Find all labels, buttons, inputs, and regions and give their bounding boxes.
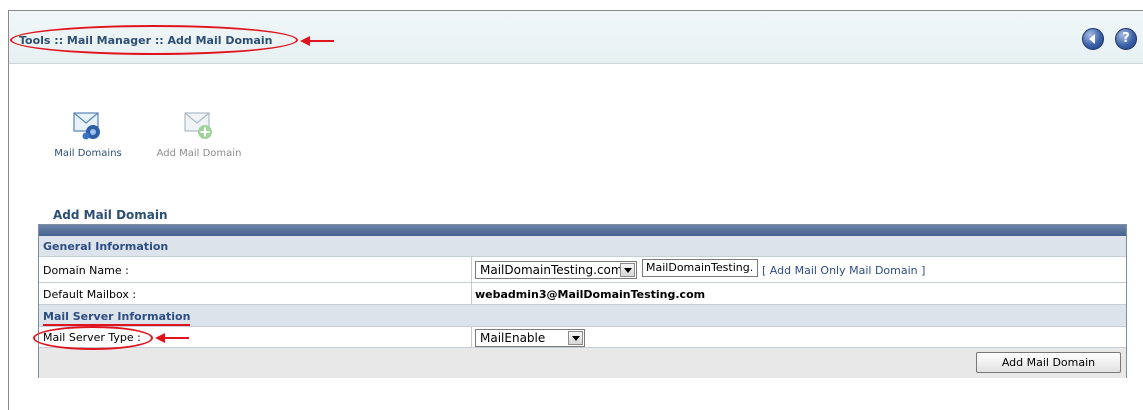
domain-name-select[interactable]: MailDomainTesting.com (475, 261, 637, 279)
default-mailbox-value: webadmin3@MailDomainTesting.com (475, 288, 706, 301)
add-mail-domain-icon (184, 112, 212, 139)
add-mail-domain-tool-button[interactable]: Add Mail Domain (147, 110, 251, 159)
chevron-down-icon[interactable] (568, 331, 583, 345)
section-title: Add Mail Domain (53, 208, 168, 222)
mail-domains-button[interactable]: Mail Domains (48, 110, 128, 159)
domain-name-label: Domain Name : (43, 264, 129, 277)
mail-server-type-label: Mail Server Type : (43, 331, 141, 344)
add-mail-domain-panel: General Information Domain Name : MailDo… (38, 224, 1127, 378)
column-divider (471, 283, 472, 304)
mail-server-type-select-value: MailEnable (480, 331, 546, 345)
domain-name-input[interactable]: MailDomainTesting. (642, 259, 758, 277)
general-information-heading: General Information (43, 240, 169, 253)
mail-server-information-group: Mail Server Information (39, 305, 1126, 327)
mail-server-information-heading: Mail Server Information (43, 310, 191, 326)
add-mail-domain-button[interactable]: Add Mail Domain (976, 352, 1121, 373)
help-icon[interactable]: ? (1115, 28, 1137, 50)
mail-domains-icon (73, 112, 100, 140)
panel-header-bar (39, 225, 1126, 236)
form-actions-row: Add Mail Domain (39, 348, 1126, 378)
domain-name-select-value: MailDomainTesting.com (480, 263, 623, 277)
mail-domains-label: Mail Domains (54, 148, 122, 159)
column-divider (471, 257, 472, 282)
add-mail-domain-tool-label: Add Mail Domain (156, 148, 242, 159)
chevron-down-icon[interactable] (620, 263, 635, 277)
mail-server-type-select[interactable]: MailEnable (475, 329, 585, 347)
breadcrumb: Tools :: Mail Manager :: Add Mail Domain (19, 34, 273, 47)
default-mailbox-row: Default Mailbox : webadmin3@MailDomainTe… (39, 283, 1126, 305)
default-mailbox-label: Default Mailbox : (43, 288, 137, 301)
mail-server-type-row: Mail Server Type : MailEnable (39, 327, 1126, 348)
add-mail-only-domain-link[interactable]: [ Add Mail Only Mail Domain ] (762, 264, 925, 277)
column-divider (471, 327, 472, 347)
back-arrow-icon[interactable] (1082, 28, 1104, 50)
general-information-group: General Information (39, 236, 1126, 257)
domain-name-row: Domain Name : MailDomainTesting.com Mail… (39, 257, 1126, 283)
